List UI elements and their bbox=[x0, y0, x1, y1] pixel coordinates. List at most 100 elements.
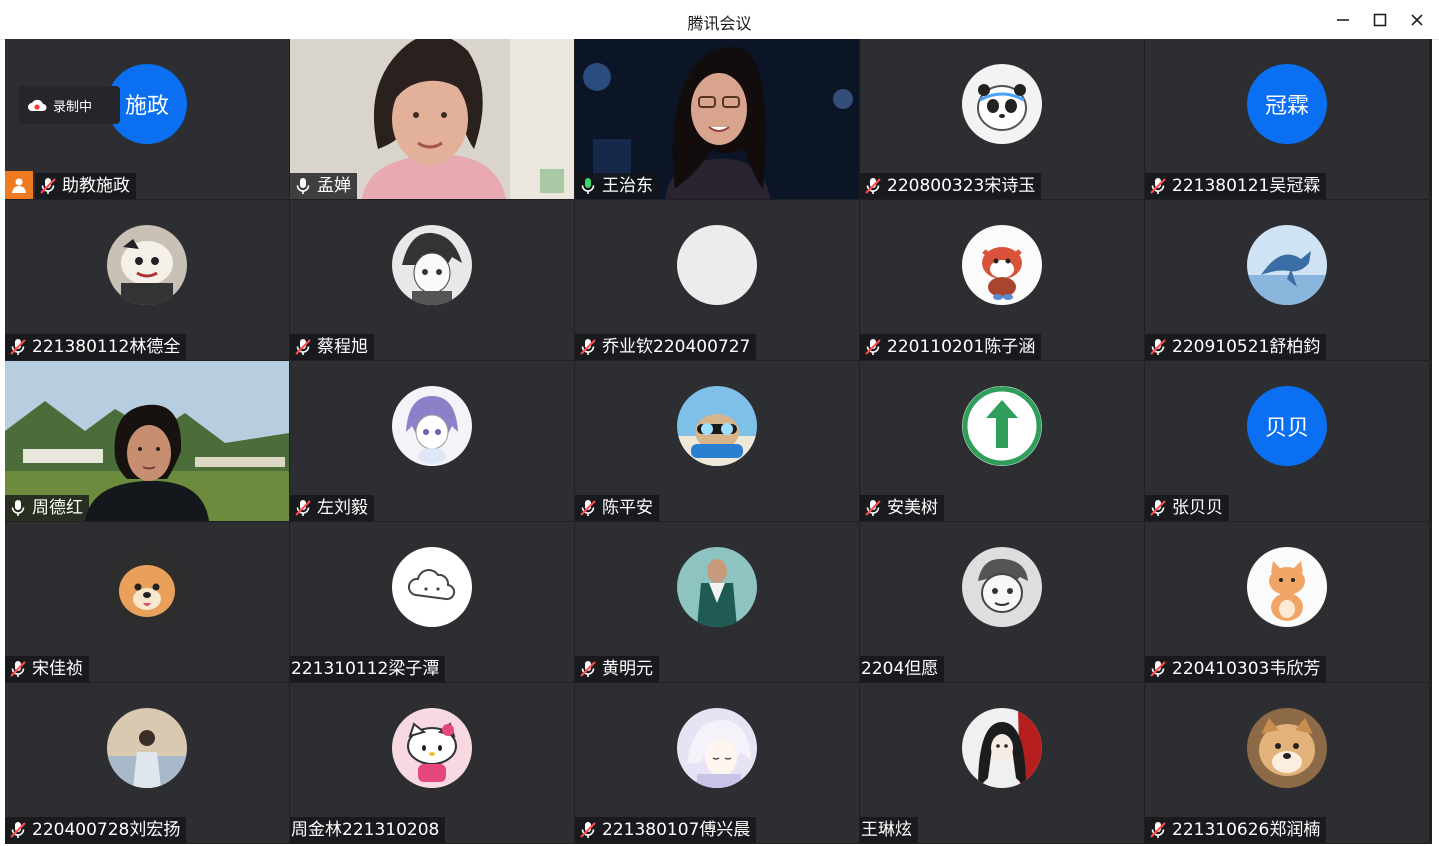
participant-name-tag: 2204但愿 bbox=[860, 656, 945, 682]
participant-name-tag: 王琳炫 bbox=[860, 817, 918, 843]
participant-name: 221380107傅兴晨 bbox=[602, 820, 751, 840]
participant-name: 221380121吴冠霖 bbox=[1172, 176, 1321, 196]
participant-tile[interactable]: 陈平安 bbox=[575, 361, 859, 521]
participant-tile[interactable]: 左刘毅 bbox=[290, 361, 574, 521]
mic-muted-icon bbox=[580, 822, 596, 838]
participant-name-tag: 王治东 bbox=[575, 173, 659, 199]
participant-name: 221310626郑润楠 bbox=[1172, 820, 1321, 840]
minimize-button[interactable] bbox=[1329, 6, 1357, 34]
participant-tile[interactable]: 乔业钦220400727 bbox=[575, 200, 859, 360]
person-back-icon bbox=[107, 708, 187, 788]
participant-tile[interactable]: 黄明元 bbox=[575, 522, 859, 682]
close-button[interactable] bbox=[1403, 6, 1431, 34]
mic-muted-icon bbox=[1150, 661, 1166, 677]
mic-status bbox=[577, 819, 599, 841]
participant-tile[interactable]: 王琳炫 bbox=[860, 683, 1144, 843]
mic-muted-icon bbox=[580, 339, 596, 355]
participant-tile[interactable]: 周德红 bbox=[5, 361, 289, 521]
participant-name-tag: 220110201陈子涵 bbox=[860, 334, 1042, 360]
assistant-role-badge bbox=[5, 171, 33, 199]
video-grid: 施政 录制中 助教施政 孟婵 王治东 220800323宋诗玉 冠霖 22138… bbox=[5, 39, 1432, 844]
cloud-icon bbox=[392, 547, 472, 627]
recording-indicator[interactable]: 录制中 bbox=[18, 86, 120, 124]
mic-status bbox=[292, 497, 314, 519]
participant-tile[interactable]: 施政 录制中 助教施政 bbox=[5, 39, 289, 199]
mic-muted-icon bbox=[295, 500, 311, 516]
participant-tile[interactable]: 221380107傅兴晨 bbox=[575, 683, 859, 843]
participant-name: 221310112梁子潭 bbox=[291, 659, 440, 679]
mic-status bbox=[37, 175, 59, 197]
participant-name-tag: 220800323宋诗玉 bbox=[860, 173, 1042, 199]
red-panda-icon bbox=[962, 225, 1042, 305]
mic-status bbox=[1147, 497, 1169, 519]
participant-tile[interactable]: 221310112梁子潭 bbox=[290, 522, 574, 682]
user-icon bbox=[12, 178, 26, 193]
participant-tile[interactable]: 安美树 bbox=[860, 361, 1144, 521]
mic-status bbox=[577, 175, 599, 197]
mic-status bbox=[7, 819, 29, 841]
participant-name-tag: 宋佳祯 bbox=[5, 656, 89, 682]
participant-name: 周金林221310208 bbox=[291, 820, 440, 840]
participant-tile[interactable]: 220410303韦欣芳 bbox=[1145, 522, 1429, 682]
participant-name: 助教施政 bbox=[62, 176, 130, 196]
participant-tile[interactable]: 221310626郑润楠 bbox=[1145, 683, 1429, 843]
participant-tile[interactable]: 220110201陈子涵 bbox=[860, 200, 1144, 360]
hello-kitty-icon bbox=[392, 708, 472, 788]
participant-name: 220910521舒柏鈞 bbox=[1172, 337, 1321, 357]
participant-name-tag: 220910521舒柏鈞 bbox=[1145, 334, 1327, 360]
mic-muted-icon bbox=[295, 339, 311, 355]
participant-name: 宋佳祯 bbox=[32, 659, 83, 679]
participant-tile[interactable]: 宋佳祯 bbox=[5, 522, 289, 682]
maximize-icon bbox=[1373, 13, 1387, 27]
mic-status bbox=[577, 658, 599, 680]
whale-icon bbox=[1247, 225, 1327, 305]
mic-muted-icon bbox=[1150, 339, 1166, 355]
close-icon bbox=[1411, 14, 1423, 26]
maximize-button[interactable] bbox=[1366, 6, 1394, 34]
mic-status bbox=[1147, 819, 1169, 841]
participant-name-tag: 安美树 bbox=[860, 495, 944, 521]
participant-name: 张贝贝 bbox=[1172, 498, 1223, 518]
participant-name: 黄明元 bbox=[602, 659, 653, 679]
participant-tile[interactable]: 蔡程旭 bbox=[290, 200, 574, 360]
participant-name: 左刘毅 bbox=[317, 498, 368, 518]
participant-tile[interactable]: 220910521舒柏鈞 bbox=[1145, 200, 1429, 360]
anime-boy-icon bbox=[392, 225, 472, 305]
mic-muted-icon bbox=[1150, 822, 1166, 838]
participant-tile[interactable]: 221380112林德全 bbox=[5, 200, 289, 360]
participant-name-tag: 乔业钦220400727 bbox=[575, 334, 757, 360]
mic-muted-icon bbox=[10, 339, 26, 355]
window-title: 腾讯会议 bbox=[687, 14, 752, 33]
participant-name-tag: 周德红 bbox=[5, 495, 89, 521]
participant-name: 王琳炫 bbox=[861, 820, 912, 840]
cat-icon bbox=[1247, 547, 1327, 627]
participant-name-tag: 221380121吴冠霖 bbox=[1145, 173, 1327, 199]
participant-tile[interactable]: 2204但愿 bbox=[860, 522, 1144, 682]
participant-name: 陈平安 bbox=[602, 498, 653, 518]
participant-tile[interactable]: 孟婵 bbox=[290, 39, 574, 199]
panda-icon bbox=[962, 64, 1042, 144]
mic-status bbox=[7, 658, 29, 680]
anime-sleep-icon bbox=[677, 708, 757, 788]
participant-tile[interactable]: 贝贝 张贝贝 bbox=[1145, 361, 1429, 521]
mic-muted-icon bbox=[865, 500, 881, 516]
participant-name-tag: 左刘毅 bbox=[290, 495, 374, 521]
mic-status bbox=[7, 497, 29, 519]
shiba-icon bbox=[1247, 708, 1327, 788]
mic-on-icon bbox=[296, 178, 310, 194]
participant-tile[interactable]: 220400728刘宏扬 bbox=[5, 683, 289, 843]
mic-muted-icon bbox=[865, 178, 881, 194]
participant-name: 220400728刘宏扬 bbox=[32, 820, 181, 840]
mic-muted-icon bbox=[580, 661, 596, 677]
mic-status bbox=[1147, 175, 1169, 197]
mic-muted-icon bbox=[580, 500, 596, 516]
participant-tile[interactable]: 冠霖 221380121吴冠霖 bbox=[1145, 39, 1429, 199]
dog-icon bbox=[107, 547, 187, 627]
participant-name-tag: 221380107傅兴晨 bbox=[575, 817, 757, 843]
participant-name: 蔡程旭 bbox=[317, 337, 368, 357]
minimize-icon bbox=[1337, 19, 1349, 21]
participant-tile[interactable]: 220800323宋诗玉 bbox=[860, 39, 1144, 199]
sketch-boy-icon bbox=[962, 547, 1042, 627]
participant-tile[interactable]: 周金林221310208 bbox=[290, 683, 574, 843]
participant-tile[interactable]: 王治东 bbox=[575, 39, 859, 199]
